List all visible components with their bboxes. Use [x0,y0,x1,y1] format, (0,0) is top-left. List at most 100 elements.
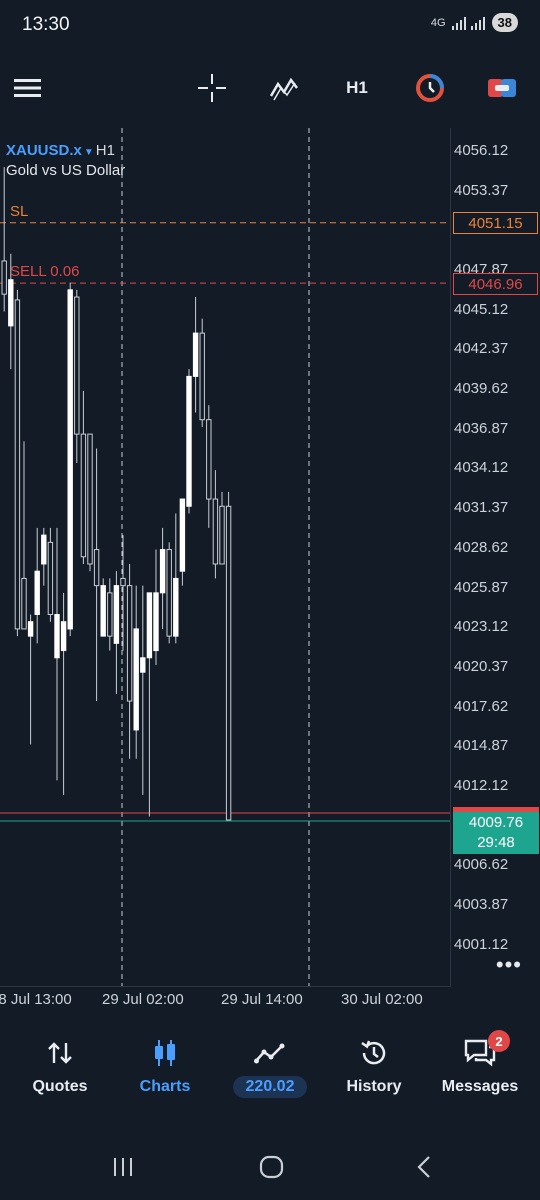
symbol-header[interactable]: XAUUSD.x ▼ H1 [6,142,115,159]
trade-line-icon [254,1043,285,1064]
bear-candle [80,433,87,558]
bull-candle [113,585,120,644]
battery-indicator: 38 [491,13,518,32]
messages-badge: 2 [488,1030,510,1052]
price-scale-label: 4017.62 [454,697,509,715]
nav-history[interactable]: History [324,1036,424,1096]
sell-price-tag: 4046.96 [453,273,538,295]
bear-candle [219,505,225,565]
hamburger-icon [14,79,41,97]
symbol-name[interactable]: XAUUSD.x [6,142,82,159]
nav-quotes[interactable]: Quotes [10,1036,110,1096]
system-navigation-bar [0,1135,540,1200]
current-price: 4009.76 [468,814,524,831]
bear-candle [47,541,54,615]
crosshair-button[interactable] [192,68,232,108]
nav-trade[interactable]: 220.02 [220,1036,320,1098]
crosshair-icon [198,74,226,102]
bull-candle [153,592,159,652]
bull-candle [8,279,14,327]
objects-icon [416,74,444,102]
indicators-button[interactable] [264,68,304,108]
price-scale-label: 4020.37 [454,657,509,675]
price-scale-label: 4028.62 [454,538,509,556]
price-scale-label: 4039.62 [454,380,509,398]
timeframe-label: H1 [346,78,368,97]
price-axis[interactable]: 4001.12 4003.87 4006.62 4012.12 4014.87 4017.… [451,128,540,986]
bear-candle [199,332,205,421]
bull-candle [146,592,153,659]
home-button[interactable] [252,1149,292,1185]
bull-candle [179,498,186,572]
price-scale-label: 4045.12 [454,300,509,318]
time-label: 28 Jul 13:00 [0,991,72,1008]
price-scale-label: 4056.12 [454,142,509,159]
nav-messages[interactable]: 2 Messages [430,1030,530,1096]
bear-candle [74,296,80,435]
bear-candle [14,299,21,630]
status-icons: 4G 38 [431,13,518,32]
bear-candle [87,433,93,565]
chart-canvas[interactable]: XAUUSD.x ▼ H1 Gold vs US Dollar SL SELL 0.… [0,128,451,987]
bull-candle [67,289,73,630]
trade-button[interactable] [482,68,522,108]
status-time: 13:30 [22,14,70,35]
symbol-dropdown-icon[interactable]: ▼ [84,147,94,158]
bear-candle [107,592,113,637]
price-scale-label: 4001.12 [454,935,509,953]
current-price-tag: 4009.76 29:48 [453,812,539,854]
back-icon [417,1156,430,1178]
price-scale-label: 4006.62 [454,856,509,874]
charts-icon [155,1040,175,1066]
nav-messages-label: Messages [441,1078,519,1095]
objects-button[interactable] [410,68,450,108]
bull-candle [41,534,47,565]
bull-candle [192,332,199,377]
bear-candle [126,585,133,702]
nav-quotes-label: Quotes [32,1078,88,1095]
price-scale-label: 4042.37 [454,340,509,358]
price-scale-label: 4025.87 [454,578,509,596]
price-scale-label: 4003.87 [454,895,509,913]
bottom-navigation: Quotes Charts 220.02 History 2 Messages [0,1024,540,1120]
sell-line-label: SELL 0.06 [10,263,80,280]
bear-candle [21,577,27,630]
back-button[interactable] [404,1149,444,1185]
bull-candle [27,621,34,637]
trade-icon [488,79,516,97]
bar-countdown: 29:48 [477,834,515,851]
bull-candle [140,657,146,673]
bear-candle [212,498,219,565]
more-dots-icon[interactable]: ••• [496,952,522,978]
bear-candle [93,549,100,587]
bull-candle [133,628,139,731]
bull-candle [186,375,192,507]
price-scale-label: 4031.37 [454,499,509,517]
sl-price-tag: 4051.15 [453,212,538,234]
nav-charts[interactable]: Charts [115,1036,215,1096]
time-label: 29 Jul 14:00 [221,991,303,1008]
quotes-icon [48,1042,72,1064]
price-scale-label: 4034.12 [454,459,509,477]
timeframe-button[interactable]: H1 [337,68,377,108]
status-bar: 13:30 4G 38 [0,0,540,52]
time-axis: 28 Jul 13:00 29 Jul 02:00 29 Jul 14:00 3… [0,987,450,1013]
chart-toolbar: H1 [0,52,540,126]
home-icon [259,1155,284,1179]
price-scale-label: 4012.12 [454,776,509,794]
candlestick-chart[interactable] [0,128,450,986]
indicator-icon [269,77,298,101]
menu-button[interactable] [8,68,48,108]
time-label: 29 Jul 02:00 [102,991,184,1008]
bull-candle [100,585,106,637]
symbol-description: Gold vs US Dollar [6,162,126,179]
network-label: 4G [430,16,446,29]
bear-candle [1,260,7,295]
nav-history-label: History [346,1078,402,1095]
price-scale-label: 4053.37 [454,181,509,199]
bear-candle [225,505,232,821]
price-scale-label: 4014.87 [454,737,509,755]
history-icon [361,1040,386,1065]
recent-apps-button[interactable] [103,1149,143,1185]
bull-candle [34,570,40,615]
